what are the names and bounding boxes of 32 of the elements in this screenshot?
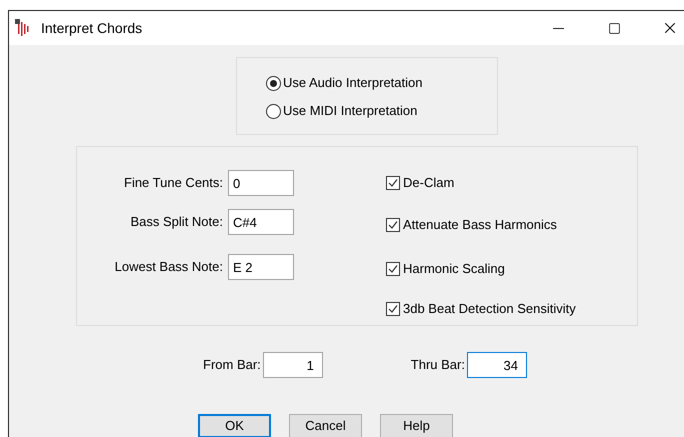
radio-option[interactable]: Use MIDI Interpretation xyxy=(266,102,497,120)
checkbox-option[interactable]: Attenuate Bass Harmonics xyxy=(386,217,576,233)
radio-button[interactable] xyxy=(266,104,281,118)
check-icon xyxy=(388,220,398,230)
checkbox-option[interactable]: De-Clam xyxy=(386,175,576,191)
text-field[interactable]: E 2 xyxy=(228,254,294,280)
maximize-icon xyxy=(608,22,620,34)
checkbox[interactable] xyxy=(386,176,400,190)
text-field[interactable]: 0 xyxy=(228,170,294,196)
check-icon xyxy=(388,304,398,314)
check-icon xyxy=(388,178,398,188)
text-field[interactable]: C#4 xyxy=(228,209,294,235)
dialog-button[interactable]: Cancel xyxy=(289,414,362,437)
window-title: Interpret Chords xyxy=(41,18,142,38)
field-label: Bass Split Note: xyxy=(130,213,223,232)
checkbox[interactable] xyxy=(386,262,400,276)
dialog-button[interactable]: Help xyxy=(380,414,453,437)
field-label: From Bar: xyxy=(203,356,261,374)
checkbox[interactable] xyxy=(386,218,400,232)
dialog-button[interactable]: OK xyxy=(198,414,271,437)
bar-field[interactable]: 34 xyxy=(466,352,527,378)
field-label: Fine Tune Cents: xyxy=(124,174,223,192)
radio-button[interactable] xyxy=(266,76,281,90)
checkbox-option[interactable]: 3db Beat Detection Sensitivity xyxy=(386,301,576,317)
app-icon xyxy=(15,19,31,37)
check-icon xyxy=(388,264,398,274)
radio-option[interactable]: Use Audio Interpretation xyxy=(266,74,497,92)
checkbox[interactable] xyxy=(386,302,400,316)
field-label: Lowest Bass Note: xyxy=(114,258,223,276)
bar-field[interactable]: 1 xyxy=(262,352,323,378)
checkbox-option[interactable]: Harmonic Scaling xyxy=(386,261,576,277)
field-label: Thru Bar: xyxy=(410,356,465,374)
